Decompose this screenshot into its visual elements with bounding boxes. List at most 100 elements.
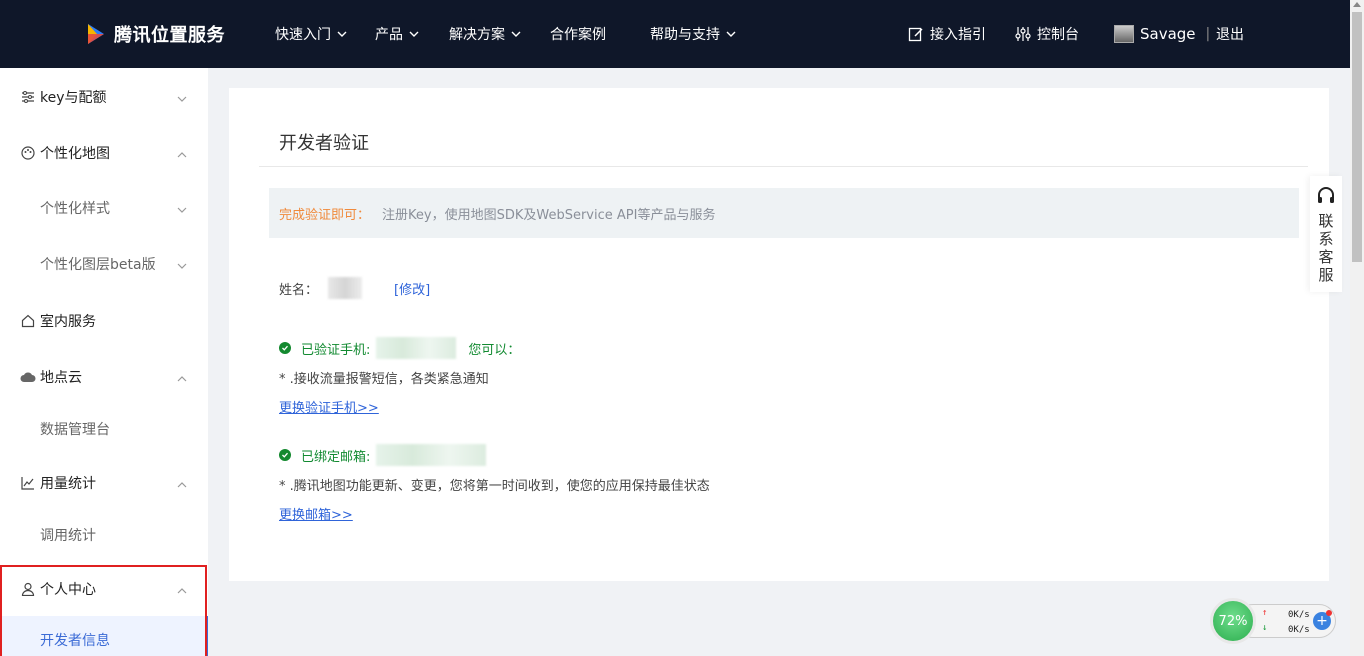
alert-dot — [1326, 610, 1332, 616]
chevron-up-icon — [177, 372, 187, 382]
logout-label: 退出 — [1216, 27, 1244, 43]
verification-notice: 完成验证即可： 注册Key，使用地图SDK及WebService API等产品与… — [269, 188, 1299, 238]
nav-solutions-label: 解决方案 — [449, 27, 505, 43]
list-settings-icon — [20, 89, 36, 105]
chevron-up-icon — [177, 584, 187, 594]
sidebar-item-developer-info[interactable]: 开发者信息 — [0, 616, 208, 656]
palette-icon — [20, 145, 36, 161]
developer-verification-card: 开发者验证 完成验证即可： 注册Key，使用地图SDK及WebService A… — [229, 88, 1329, 581]
page-scrollbar[interactable] — [1350, 0, 1364, 656]
nav-help[interactable]: 帮助与支持 — [650, 0, 736, 68]
name-row: 姓名： [修改] — [279, 276, 430, 300]
home-icon — [20, 313, 36, 329]
sidebar-item-label: 数据管理台 — [40, 422, 110, 438]
phone-value-redacted — [376, 337, 457, 359]
sidebar-item-custom-style[interactable]: 个性化样式 — [0, 180, 208, 236]
line-chart-icon — [20, 475, 36, 491]
download-speed: 0K/s — [1288, 625, 1310, 635]
email-value-redacted — [376, 444, 487, 466]
notice-highlight: 完成验证即可： — [279, 207, 371, 223]
username: Savage — [1140, 25, 1196, 43]
change-email-link[interactable]: 更换邮箱>> — [279, 504, 353, 523]
sidebar-item-call-stats[interactable]: 调用统计 — [0, 507, 208, 563]
sidebar-item-indoor[interactable]: 室内服务 — [0, 293, 208, 349]
chevron-up-icon — [177, 148, 187, 158]
sidebar-item-usage[interactable]: 用量统计 — [0, 455, 208, 511]
guide-label: 接入指引 — [930, 27, 986, 43]
active-indicator — [205, 616, 208, 656]
sidebar-item-label: 个人中心 — [40, 582, 96, 598]
phone-suffix: 您可以： — [468, 342, 521, 358]
sidebar-item-label: 室内服务 — [40, 314, 96, 330]
name-label: 姓名： — [279, 282, 319, 298]
chevron-down-icon — [177, 259, 187, 269]
sidebar-item-label: 个性化图层beta版 — [40, 257, 156, 273]
edit-icon — [908, 27, 923, 42]
email-label: 已绑定邮箱: — [301, 449, 371, 465]
top-navbar: 腾讯位置服务 快速入门 产品 解决方案 合作案例 帮助与支持 接入指引 控制台 — [0, 0, 1350, 68]
nav-cases[interactable]: 合作案例 — [550, 0, 606, 68]
upload-speed: 0K/s — [1288, 610, 1310, 620]
sidebar-item-key-quota[interactable]: key与配额 — [0, 69, 208, 125]
sidebar-item-label: 调用统计 — [40, 528, 96, 544]
divider — [259, 166, 1308, 167]
download-arrow-icon: ↓ — [1262, 623, 1268, 633]
nav-products[interactable]: 产品 — [375, 0, 419, 68]
brand-logo[interactable]: 腾讯位置服务 — [84, 21, 225, 47]
sidebar-item-label: key与配额 — [40, 90, 107, 106]
scrollbar-thumb[interactable] — [1352, 12, 1362, 262]
scroll-up-arrow-icon[interactable] — [1353, 2, 1361, 7]
sidebar-item-data-console[interactable]: 数据管理台 — [0, 401, 208, 457]
logout-link[interactable]: 退出 — [1216, 0, 1244, 68]
change-email-label: 更换邮箱>> — [279, 507, 353, 523]
name-value-redacted — [328, 277, 363, 299]
cloud-icon — [20, 369, 36, 385]
user-menu[interactable]: Savage | — [1114, 0, 1210, 68]
email-desc: * .腾讯地图功能更新、变更，您将第一时间收到，使您的应用保持最佳状态 — [279, 478, 710, 494]
change-phone-link[interactable]: 更换验证手机>> — [279, 397, 379, 416]
avatar — [1114, 25, 1134, 43]
sidebar-item-label: 地点云 — [40, 370, 82, 386]
chevron-down-icon — [409, 29, 419, 39]
nav-separator: | — [1205, 26, 1211, 42]
sidebar-item-custom-layer[interactable]: 个性化图层beta版 — [0, 236, 208, 292]
nav-quickstart-label: 快速入门 — [275, 27, 331, 43]
sliders-icon — [1015, 27, 1031, 41]
nav-quickstart[interactable]: 快速入门 — [275, 0, 347, 68]
user-icon — [20, 581, 36, 597]
brand-logo-icon — [84, 22, 108, 46]
headset-icon — [1318, 187, 1334, 203]
sidebar-item-label: 开发者信息 — [40, 633, 110, 649]
chevron-down-icon — [177, 203, 187, 213]
chevron-down-icon — [726, 29, 736, 39]
sidebar-item-label: 个性化样式 — [40, 201, 110, 217]
nav-products-label: 产品 — [375, 27, 403, 43]
sidebar-item-label: 个性化地图 — [40, 146, 110, 162]
sidebar-item-custom-map[interactable]: 个性化地图 — [0, 125, 208, 181]
chevron-down-icon — [337, 29, 347, 39]
page-title: 开发者验证 — [279, 133, 369, 154]
console-link[interactable]: 控制台 — [1015, 0, 1079, 68]
sidebar-item-personal-center[interactable]: 个人中心 — [0, 561, 208, 617]
edit-name-link[interactable]: [修改] — [394, 279, 430, 298]
nav-help-label: 帮助与支持 — [650, 27, 720, 43]
sidebar-item-label: 用量统计 — [40, 476, 96, 492]
check-circle-icon — [279, 449, 291, 461]
network-speed-widget[interactable]: ↑ 0K/s ↓ 0K/s + 72% — [1210, 598, 1338, 644]
customer-service-label: 联系客服 — [1318, 212, 1334, 284]
brand-name: 腾讯位置服务 — [114, 25, 225, 46]
memory-usage-gauge: 72% — [1210, 598, 1256, 644]
email-row: 已绑定邮箱: — [279, 444, 487, 466]
upload-arrow-icon: ↑ — [1262, 608, 1268, 618]
change-phone-label: 更换验证手机>> — [279, 400, 379, 416]
sidebar-item-place-cloud[interactable]: 地点云 — [0, 349, 208, 405]
guide-link[interactable]: 接入指引 — [908, 0, 986, 68]
notice-text: 注册Key，使用地图SDK及WebService API等产品与服务 — [382, 207, 716, 223]
phone-desc: * .接收流量报警短信，各类紧急通知 — [279, 371, 489, 387]
chevron-down-icon — [511, 29, 521, 39]
nav-solutions[interactable]: 解决方案 — [449, 0, 521, 68]
console-label: 控制台 — [1037, 27, 1079, 43]
check-circle-icon — [279, 342, 291, 354]
customer-service-tab[interactable]: 联系客服 — [1310, 176, 1342, 292]
nav-cases-label: 合作案例 — [550, 27, 606, 43]
